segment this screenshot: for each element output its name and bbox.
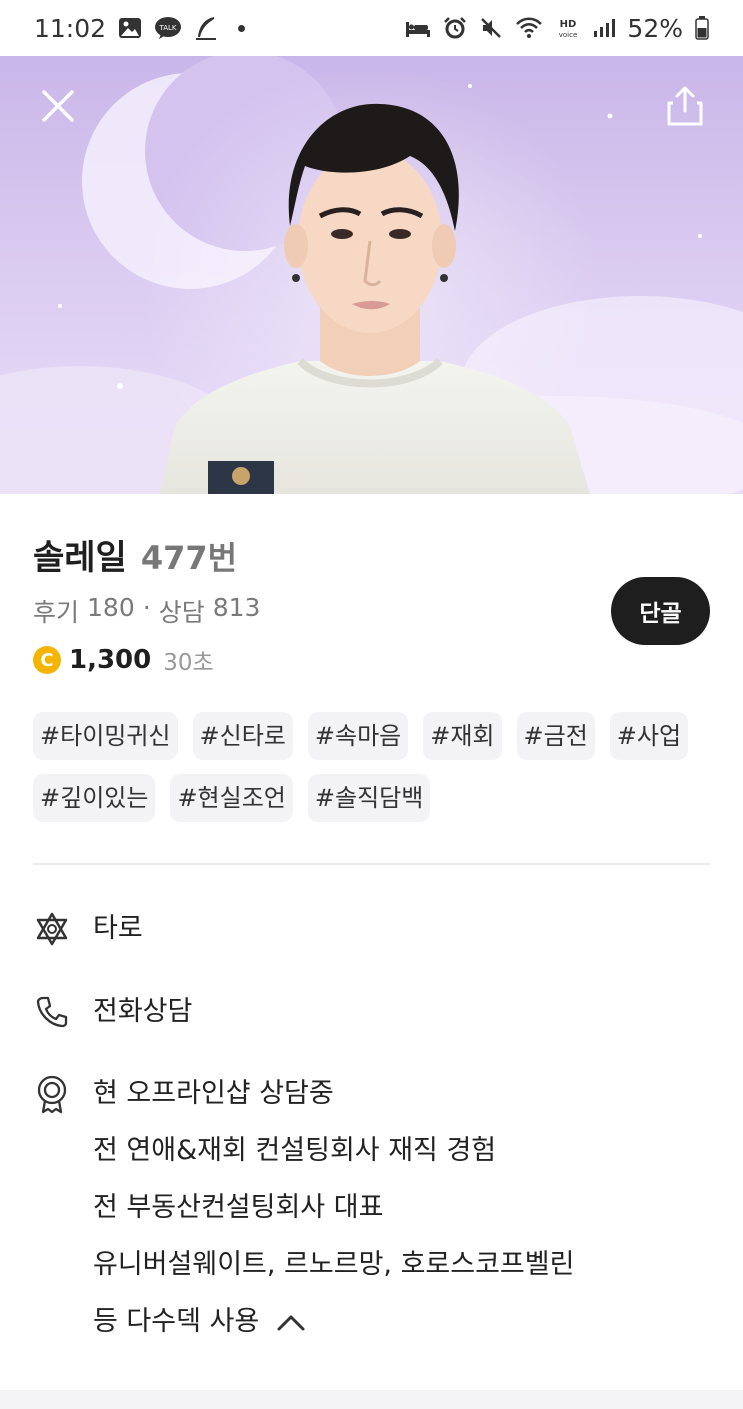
tag-chip[interactable]: #깊이있는	[33, 774, 156, 822]
phone-icon	[33, 993, 71, 1031]
price-unit: 30초	[163, 650, 214, 676]
notification-dot-icon	[238, 24, 246, 32]
career-line: 전 부동산컨설팅회사 대표	[93, 1192, 384, 1223]
career-list: 현 오프라인샵 상담중 전 연애&재회 컨설팅회사 재직 경험 전 부동산컨설팅…	[93, 1075, 574, 1360]
career-line-last: 등 다수덱 사용	[93, 1303, 574, 1360]
stats-separator: ·	[142, 593, 151, 622]
tag-chip[interactable]: #신타로	[192, 712, 293, 760]
close-icon	[42, 90, 74, 122]
reviews-count: 180	[87, 593, 135, 622]
tag-chip[interactable]: #타이밍귀신	[33, 712, 178, 760]
hero-illustration	[0, 56, 743, 494]
gallery-icon	[118, 17, 142, 39]
status-time: 11:02	[34, 13, 107, 43]
chevron-up-icon	[277, 1315, 305, 1330]
hero-image	[0, 56, 743, 494]
star-of-david-icon	[33, 910, 71, 948]
career-row: 현 오프라인샵 상담중 전 연애&재회 컨설팅회사 재직 경험 전 부동산컨설팅…	[33, 1075, 574, 1360]
tag-chip[interactable]: #현실조언	[170, 774, 293, 822]
svg-text:TALK: TALK	[159, 24, 177, 32]
method-label: 전화상담	[93, 996, 193, 1027]
tag-chip[interactable]: #솔직담백	[307, 774, 431, 822]
status-bar: 11:02 TALK HD voice 52%	[0, 0, 743, 56]
name-row: 솔레일 477번	[33, 530, 713, 579]
career-line: 유니버설웨이트, 르노르망, 호로스코프벨린	[93, 1249, 575, 1280]
collapse-button[interactable]	[276, 1313, 306, 1333]
signal-icon	[593, 17, 616, 39]
section-divider	[33, 863, 710, 865]
mute-icon	[479, 16, 503, 40]
bed-icon	[405, 18, 431, 38]
career-line: 현 오프라인샵 상담중	[93, 1078, 334, 1109]
reviews-label: 후기	[33, 598, 80, 627]
wifi-icon	[515, 17, 543, 39]
tag-chip[interactable]: #금전	[516, 712, 595, 760]
battery-icon	[695, 16, 709, 40]
tag-list: #타이밍귀신 #신타로 #속마음 #재회 #금전 #사업 #깊이있는 #현실조언…	[33, 712, 713, 822]
svg-text:HD: HD	[560, 19, 577, 30]
share-icon	[667, 86, 703, 126]
favorite-button[interactable]: 단골	[611, 577, 710, 645]
hd-voice-icon: HD voice	[555, 17, 581, 39]
close-button[interactable]	[36, 84, 80, 128]
method-row: 전화상담	[33, 993, 192, 1031]
consult-count: 813	[212, 593, 261, 622]
career-line: 등 다수덱 사용	[93, 1306, 260, 1337]
price-row: C 1,300 30초	[33, 643, 713, 677]
tag-chip[interactable]: #재회	[423, 712, 502, 760]
feather-icon	[194, 15, 218, 41]
alarm-icon	[443, 16, 467, 40]
counselor-number: 477번	[140, 539, 238, 577]
career-line: 전 연애&재회 컨설팅회사 재직 경험	[93, 1135, 497, 1166]
battery-percent: 52%	[627, 13, 683, 43]
counselor-name: 솔레일	[33, 538, 127, 578]
badge-icon	[33, 1075, 71, 1114]
tag-chip[interactable]: #사업	[609, 712, 689, 760]
coin-icon: C	[33, 646, 61, 674]
consult-label: 상담	[158, 598, 205, 627]
bottom-section-band	[0, 1390, 743, 1409]
price-value: 1,300	[69, 645, 152, 675]
category-label: 타로	[93, 913, 143, 944]
svg-text:voice: voice	[559, 31, 578, 39]
tag-chip[interactable]: #속마음	[307, 712, 409, 760]
talk-icon: TALK	[154, 16, 182, 40]
category-row: 타로	[33, 910, 143, 948]
share-button[interactable]	[663, 84, 707, 128]
